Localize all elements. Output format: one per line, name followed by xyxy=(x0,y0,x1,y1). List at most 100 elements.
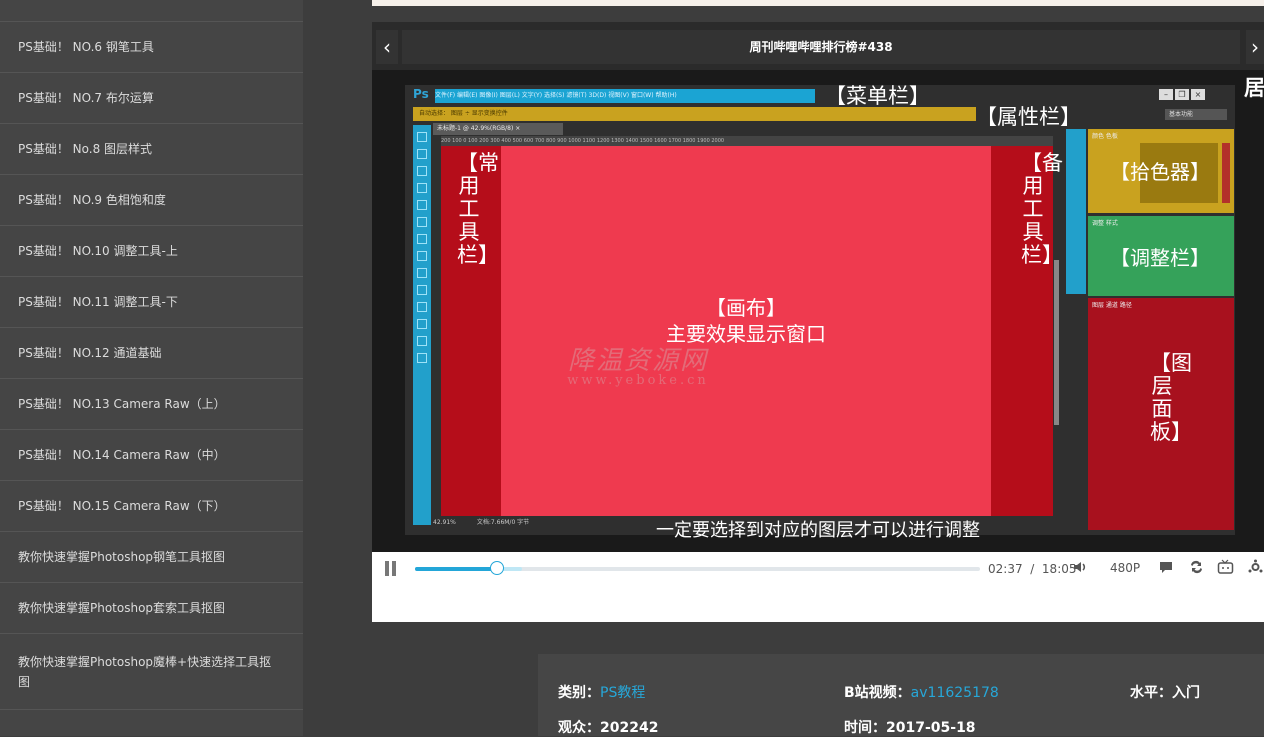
ps-canvas: 【画布】 主要效果显示窗口 xyxy=(501,146,991,516)
sidebar-top-divider xyxy=(0,0,303,22)
views-value: 202242 xyxy=(600,720,659,736)
date-row: 时间：2017-05-18 xyxy=(844,717,976,737)
views-row: 观众：202242 xyxy=(558,717,658,737)
marquee-tool-icon xyxy=(417,149,427,159)
gradient-tool-icon xyxy=(417,268,427,278)
sidebar-item[interactable]: PS基础！ NO.7 布尔运算 xyxy=(0,73,303,124)
ps-workspace-select: 基本功能 xyxy=(1165,109,1227,120)
sidebar-item[interactable]: PS基础！ NO.12 通道基础 xyxy=(0,328,303,379)
video-title: 周刊哔哩哔哩排行榜#438 xyxy=(402,30,1240,64)
eraser-tool-icon xyxy=(417,251,427,261)
callout-menubar: 【菜单栏】 xyxy=(825,84,930,108)
callout-layers: 【图层面板】 xyxy=(1150,351,1192,444)
sidebar-item[interactable]: PS基础！ NO.9 色相饱和度 xyxy=(0,175,303,226)
player-controls: 02:37 / 18:05 480P xyxy=(372,552,1264,584)
callout-tools: 【常用工具栏】 xyxy=(457,151,499,267)
photoshop-window: Ps 文件(F) 编辑(E) 图像(I) 图层(L) 文字(Y) 选择(S) 滤… xyxy=(405,84,1235,535)
sidebar-item[interactable]: 教你快速掌握Photoshop钢笔工具抠图 xyxy=(0,532,303,583)
ps-options-bar: 自动选择： 图层 ÷ 显示变换控件 xyxy=(413,107,976,121)
close-icon: × xyxy=(1191,89,1205,100)
callout-options-bar: 【属性栏】 xyxy=(976,105,1081,129)
callout-adjust: 【调整栏】 xyxy=(1110,246,1210,270)
ps-canvas-area: 【常用工具栏】 【画布】 主要效果显示窗口 【备用工具栏】 xyxy=(441,146,1063,516)
video-subtitle: 一定要选择到对应的图层才可以进行调整 xyxy=(656,520,980,541)
progress-thumb[interactable] xyxy=(489,561,504,575)
watermark-url: www.yeboke.cn xyxy=(567,373,709,388)
danmaku-icon[interactable] xyxy=(1158,559,1174,580)
crop-tool-icon xyxy=(417,183,427,193)
zoom-tool-icon xyxy=(417,336,427,346)
color-swatch-icon xyxy=(417,353,427,363)
restore-icon: ❐ xyxy=(1175,89,1189,100)
date-value: 2017-05-18 xyxy=(886,720,976,736)
player-title-bar: ‹ 周刊哔哩哔哩排行榜#438 › xyxy=(372,22,1264,70)
prev-video-button[interactable]: ‹ xyxy=(376,30,398,64)
layers-panel-tab: 图层 通道 路径 xyxy=(1092,302,1132,309)
quality-button[interactable]: 480P xyxy=(1110,559,1140,577)
eyedropper-tool-icon xyxy=(417,200,427,210)
minimize-icon: – xyxy=(1159,89,1173,100)
sidebar-item[interactable]: PS基础！ NO.11 调整工具-下 xyxy=(0,277,303,328)
pen-tool-icon xyxy=(417,285,427,295)
move-tool-icon xyxy=(417,132,427,142)
ps-menubar: Ps 文件(F) 编辑(E) 图像(I) 图层(L) 文字(Y) 选择(S) 滤… xyxy=(413,85,1225,107)
sidebar-item[interactable]: PS基础！ NO.10 调整工具-上 xyxy=(0,226,303,277)
player-footer-space xyxy=(372,584,1264,622)
sidebar-item[interactable]: PS基础！ No.8 图层样式 xyxy=(0,124,303,175)
ps-scrollbar xyxy=(1054,260,1059,425)
watermark-logo: 降温资源网 xyxy=(567,346,708,376)
pause-icon xyxy=(385,561,389,576)
video-info-card: 类别：PS教程 B站视频：av11625178 水平：入门 观众：202242 … xyxy=(538,654,1264,736)
sidebar-item[interactable]: PS基础！ NO.15 Camera Raw（下） xyxy=(0,481,303,532)
top-banner-edge xyxy=(372,0,1264,6)
category-row: 类别：PS教程 xyxy=(558,682,645,702)
time-display: 02:37 / 18:05 xyxy=(988,560,1077,578)
sidebar-item[interactable]: 教你快速掌握Photoshop魔棒+快速选择工具抠图 xyxy=(0,634,303,710)
ps-panel-dock xyxy=(1066,129,1086,294)
category-label: 类别： xyxy=(558,685,600,701)
color-panel-tab: 颜色 色板 xyxy=(1092,133,1118,140)
hue-slider xyxy=(1222,143,1230,203)
bilibili-row: B站视频：av11625178 xyxy=(844,682,999,702)
sidebar-item[interactable]: PS基础！ NO.14 Camera Raw（中） xyxy=(0,430,303,481)
video-screen[interactable]: Ps 文件(F) 编辑(E) 图像(I) 图层(L) 文字(Y) 选择(S) 滤… xyxy=(372,70,1264,552)
progress-bar[interactable] xyxy=(415,561,980,575)
views-label: 观众： xyxy=(558,720,600,736)
sidebar: PS基础！ NO.6 钢笔工具 PS基础！ NO.7 布尔运算 PS基础！ No… xyxy=(0,0,303,736)
callout-picker: 【拾色器】 xyxy=(1110,160,1210,184)
ps-logo: Ps xyxy=(413,87,429,101)
ps-color-panel: 颜色 色板 【拾色器】 xyxy=(1088,129,1234,213)
type-tool-icon xyxy=(417,302,427,312)
callout-alt-tools: 【备用工具栏】 xyxy=(1021,151,1063,267)
level-row: 水平：入门 xyxy=(1130,682,1200,702)
sidebar-item[interactable]: PS基础！ NO.13 Camera Raw（上） xyxy=(0,379,303,430)
ps-layers-panel: 图层 通道 路径 【图层面板】 xyxy=(1088,298,1234,530)
video-player: ‹ 周刊哔哩哔哩排行榜#438 › Ps 文件(F) 编辑(E) 图像(I) 图… xyxy=(372,22,1264,622)
ps-toolbar xyxy=(413,125,431,525)
adjust-panel-tab: 调整 样式 xyxy=(1092,220,1118,227)
sidebar-item[interactable]: PS基础！ NO.6 钢笔工具 xyxy=(0,22,303,73)
level-label: 水平： xyxy=(1130,685,1172,701)
brush-tool-icon xyxy=(417,217,427,227)
tv-icon[interactable] xyxy=(1217,559,1234,580)
loop-icon[interactable] xyxy=(1188,559,1205,580)
pause-icon-bar xyxy=(392,561,396,576)
sidebar-item[interactable]: 教你快速掌握Photoshop套索工具抠图 xyxy=(0,583,303,634)
volume-icon[interactable] xyxy=(1072,559,1088,580)
hand-tool-icon xyxy=(417,319,427,329)
bilibili-label: B站视频： xyxy=(844,685,911,701)
date-label: 时间： xyxy=(844,720,886,736)
ps-window-buttons: – ❐ × xyxy=(1159,89,1205,100)
level-value: 入门 xyxy=(1172,685,1200,701)
pause-button[interactable] xyxy=(385,561,399,576)
bilibili-link[interactable]: av11625178 xyxy=(911,685,999,701)
category-link[interactable]: PS教程 xyxy=(600,685,645,701)
lasso-tool-icon xyxy=(417,166,427,176)
ps-menu-items: 文件(F) 编辑(E) 图像(I) 图层(L) 文字(Y) 选择(S) 滤镜(T… xyxy=(435,89,815,103)
ps-document-tab: 未标题-1 @ 42.9%(RGB/8) × xyxy=(433,123,563,135)
watermark: 降温资源网 www.yeboke.cn xyxy=(548,340,728,388)
callout-canvas: 【画布】 xyxy=(706,296,786,320)
next-video-button[interactable]: › xyxy=(1246,30,1264,64)
settings-icon[interactable] xyxy=(1247,559,1264,580)
progress-played xyxy=(415,567,497,571)
